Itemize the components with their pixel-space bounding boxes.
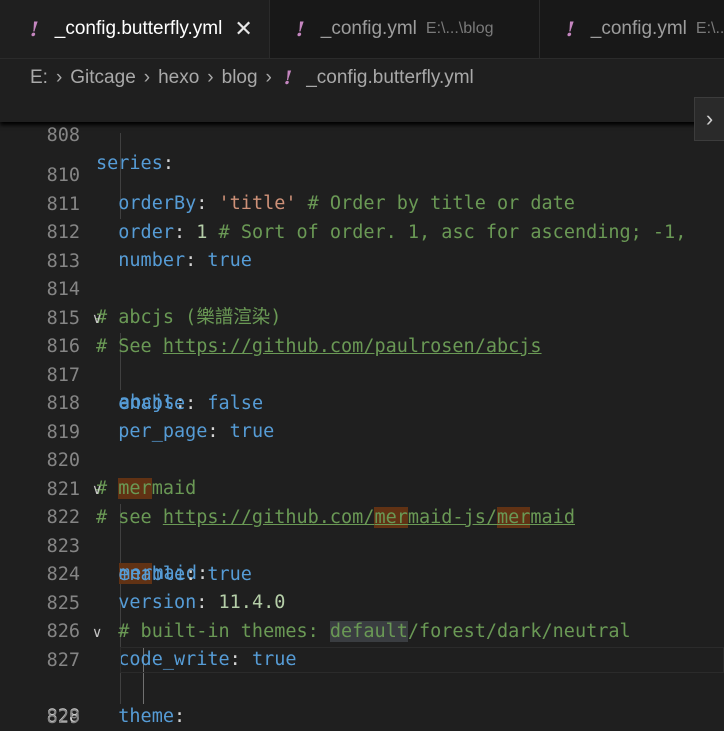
yaml-key: series	[96, 153, 163, 174]
code-line: 830	[0, 704, 724, 731]
yaml-file-icon: !	[283, 67, 293, 89]
code-line-current: 828 light: default	[0, 647, 724, 727]
current-line-highlight	[120, 647, 724, 673]
breadcrumb: E: › Gitcage › hexo › blog › ! _config.b…	[0, 59, 724, 97]
yaml-file-icon: !	[30, 17, 39, 41]
sticky-scroll-line[interactable]: 808 series:	[0, 97, 724, 174]
code-line: 823 enable: true	[0, 505, 724, 585]
tab-label: _config.butterfly.yml	[54, 18, 223, 39]
code-line: 829 dark: dark	[0, 676, 724, 728]
breadcrumb-item-gitcage[interactable]: Gitcage	[70, 67, 135, 89]
chevron-right-icon: ›	[55, 67, 63, 88]
line-number: 808	[46, 125, 80, 146]
code-line: 822 ∨ mermaid:	[0, 476, 724, 584]
code-line: 816 ∨ abcjs:	[0, 305, 724, 413]
tab-path: E:\...\blog	[425, 20, 494, 37]
code-line: 814 # abcjs (樂譜渲染)	[0, 248, 724, 328]
code-line: 819	[0, 391, 724, 443]
tab-path: E:\...	[695, 20, 724, 37]
tab-config-other[interactable]: ! _config.yml E:\...	[540, 0, 724, 58]
breadcrumb-item-hexo[interactable]: hexo	[158, 67, 199, 89]
breadcrumb-item-blog[interactable]: blog	[222, 67, 258, 89]
code-line: 820 # mermaid	[0, 419, 724, 499]
code-line: 825 # built-in themes: default/forest/da…	[0, 562, 724, 642]
code-line: 815 # See https://github.com/paulrosen/a…	[0, 277, 724, 357]
tab-config-butterfly[interactable]: ! _config.butterfly.yml ✕	[0, 0, 270, 58]
fold-chevron-icon[interactable]: ∨	[92, 305, 102, 333]
breadcrumb-item-drive[interactable]: E:	[30, 67, 48, 89]
tab-label: _config.yml	[590, 18, 687, 39]
code-line: 821 # see https://github.com/mermaid-js/…	[0, 448, 724, 528]
code-line: 827 ∨ theme:	[0, 619, 724, 727]
code-line: 813	[0, 220, 724, 272]
code-line: 818 per_page: true	[0, 362, 724, 442]
code-line: 826 code_write: true	[0, 590, 724, 670]
chevron-right-icon: ›	[207, 67, 214, 88]
code-line: 817 enable: false	[0, 334, 724, 414]
code-line: 824 version: 11.4.0	[0, 533, 724, 613]
tab-bar: ! _config.butterfly.yml ✕ ! _config.yml …	[0, 0, 724, 59]
chevron-right-icon: ›	[265, 67, 272, 88]
fold-chevron-icon[interactable]: ∨	[92, 619, 102, 647]
code-editor[interactable]: 808 series: 810 orderBy: 'title' # Order…	[0, 97, 724, 731]
code-line: 812 number: true	[0, 191, 724, 271]
tab-label: _config.yml	[320, 18, 417, 39]
chevron-right-icon: ›	[143, 67, 151, 88]
breadcrumb-item-file[interactable]: _config.butterfly.yml	[306, 67, 474, 89]
chevron-right-icon[interactable]: ›	[694, 97, 724, 141]
close-icon[interactable]: ✕	[234, 16, 252, 42]
yaml-file-icon: !	[566, 17, 575, 41]
tab-config-blog[interactable]: ! _config.yml E:\...\blog	[270, 0, 540, 58]
fold-chevron-icon[interactable]: ∨	[92, 476, 102, 504]
yaml-file-icon: !	[296, 17, 305, 41]
